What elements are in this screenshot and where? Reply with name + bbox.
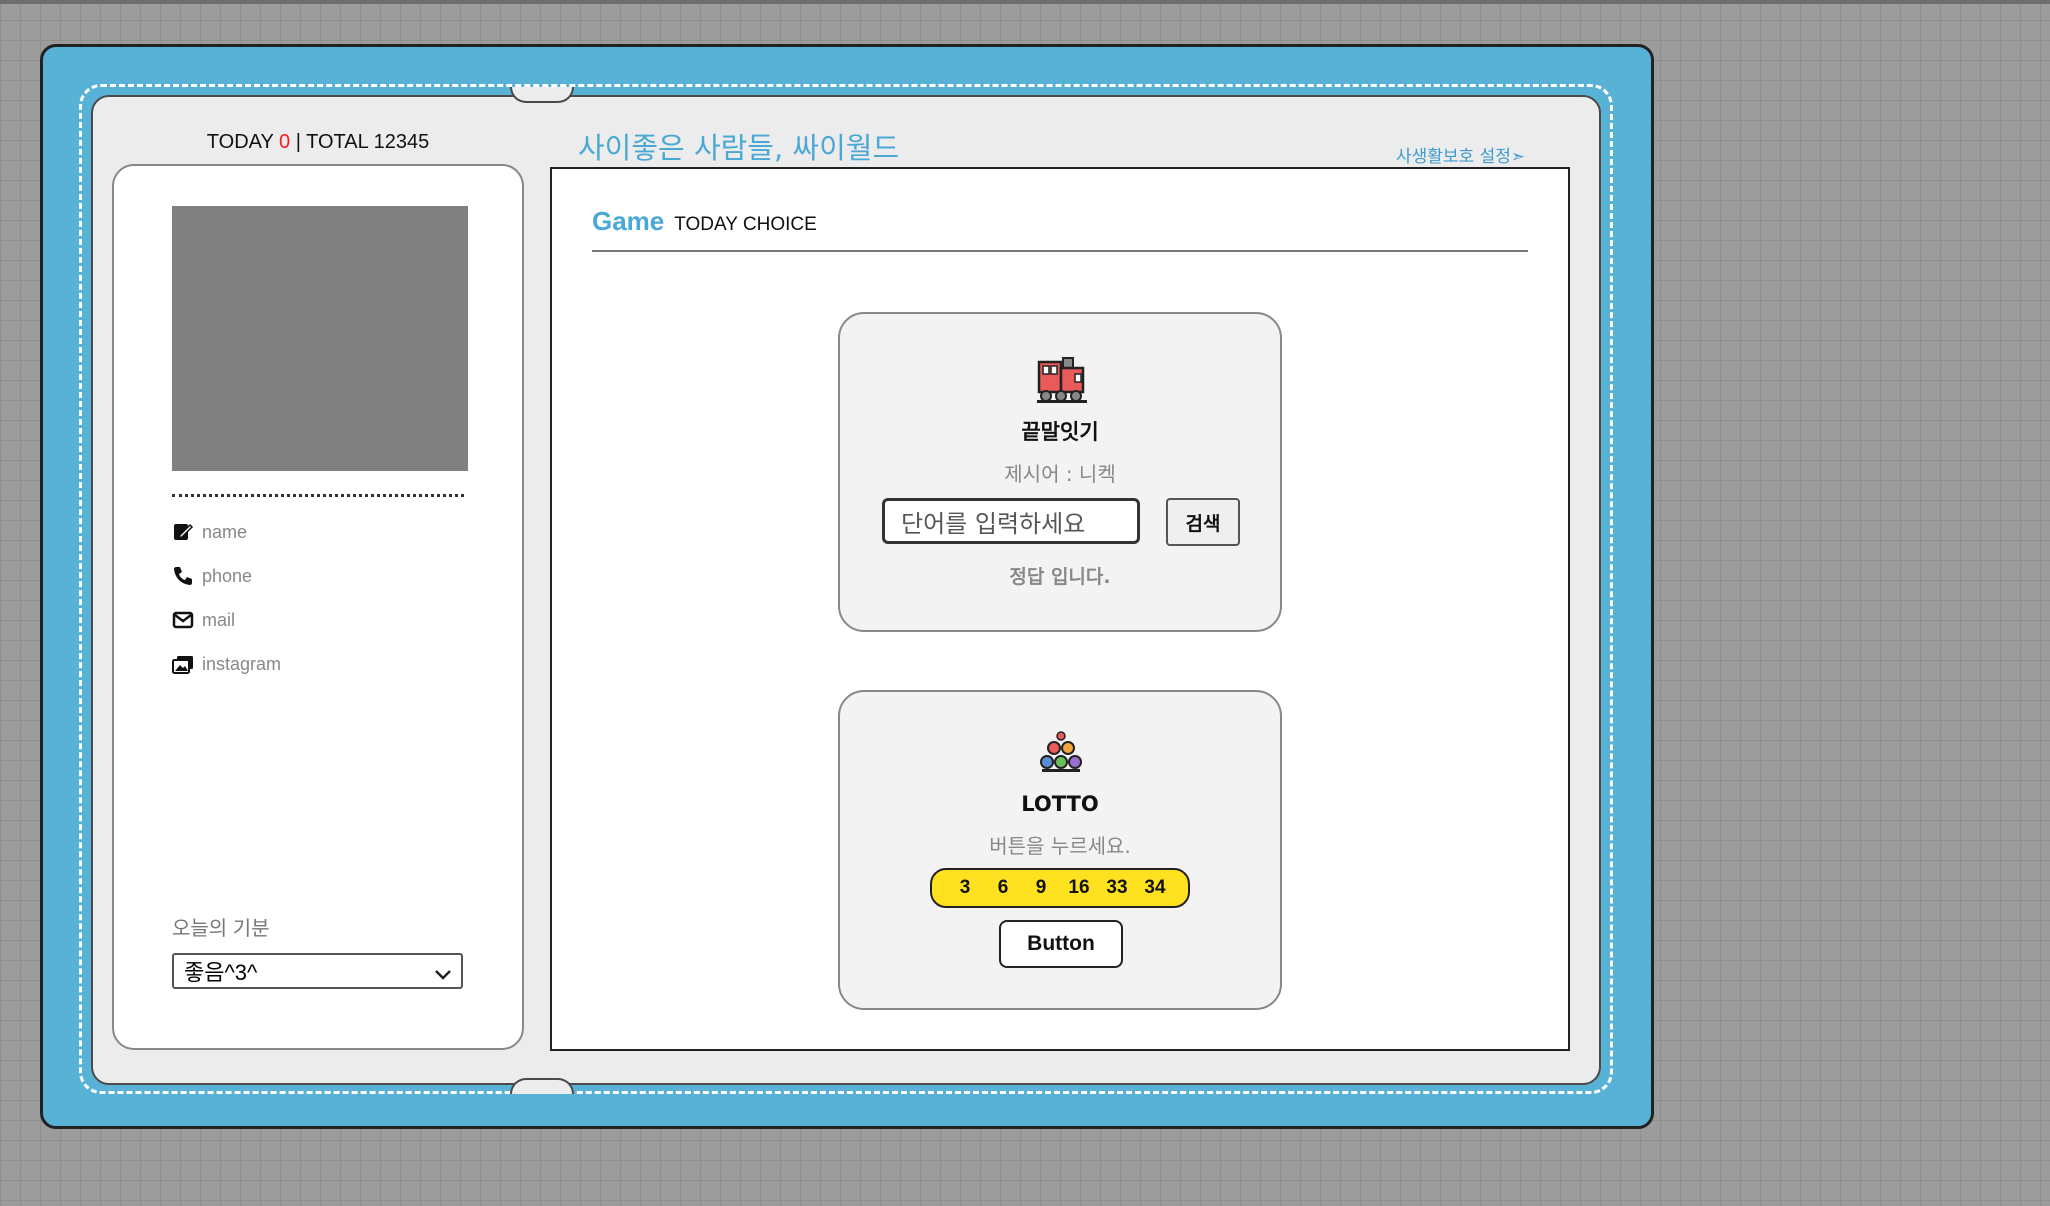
word-game-card: 끝말잇기 제시어 : 니켁 단어를 입력하세요 검색 정답 입니다.: [838, 312, 1282, 632]
lotto-numbers: 3 6 9 16 33 34: [930, 868, 1190, 908]
profile-item-phone[interactable]: phone: [172, 561, 252, 591]
word-input-placeholder: 단어를 입력하세요: [901, 509, 1086, 538]
lotto-number: 9: [1035, 877, 1047, 898]
lotto-instruction: 버튼을 누르세요.: [989, 834, 1131, 858]
lotto-number: 16: [1068, 877, 1090, 898]
privacy-settings-link[interactable]: 사생활보호 설정➣: [1396, 142, 1525, 167]
train-icon: [1035, 354, 1089, 406]
section-header: Game TODAY CHOICE: [592, 206, 817, 237]
lotto-button[interactable]: Button: [999, 920, 1123, 968]
profile-item-label: name: [202, 521, 248, 542]
lotto-card: LOTTO 버튼을 누르세요. 3 6 9 16 33 34 Button: [838, 690, 1282, 1010]
profile-photo: [172, 206, 468, 471]
mood-selected-value: 좋음^3^: [184, 960, 258, 985]
edit-icon: [172, 521, 194, 543]
profile-item-label: instagram: [202, 653, 282, 674]
section-subtitle: TODAY CHOICE: [674, 214, 817, 235]
profile-divider: [172, 494, 464, 497]
counter-separator: |: [295, 131, 301, 153]
mail-icon: [172, 609, 194, 631]
lotto-number: 3: [959, 877, 971, 898]
visitor-counter: TODAY 0 | TOTAL 12345: [112, 131, 524, 154]
total-count: 12345: [373, 131, 430, 153]
profile-item-instagram[interactable]: instagram: [172, 649, 281, 679]
word-game-title: 끝말잇기: [1021, 420, 1099, 444]
section-divider: [592, 250, 1528, 252]
lotto-number: 33: [1106, 877, 1128, 898]
image-icon: [172, 653, 194, 675]
section-title: Game: [592, 206, 665, 236]
page-spine-notch-bottom: [510, 1078, 574, 1094]
lotto-balls-icon: [1038, 730, 1084, 774]
chevron-down-icon: [433, 963, 453, 989]
total-label: TOTAL: [306, 131, 369, 153]
profile-item-label: phone: [202, 565, 253, 586]
phone-icon: [172, 565, 194, 587]
site-title: 사이좋은 사람들, 싸이월드: [578, 131, 900, 165]
search-button[interactable]: 검색: [1166, 498, 1240, 546]
mood-label: 오늘의 기분: [172, 918, 270, 940]
today-count: 0: [279, 131, 291, 153]
profile-item-mail[interactable]: mail: [172, 605, 235, 635]
lotto-number: 34: [1144, 877, 1166, 898]
word-game-prompt: 제시어 : 니켁: [1004, 462, 1116, 486]
word-input[interactable]: 단어를 입력하세요: [882, 498, 1140, 544]
today-label: TODAY: [206, 131, 274, 153]
profile-item-name[interactable]: name: [172, 517, 247, 547]
profile-item-label: mail: [202, 609, 236, 630]
mood-select[interactable]: 좋음^3^: [172, 953, 463, 989]
lotto-title: LOTTO: [1021, 792, 1099, 816]
word-game-result: 정답 입니다.: [1009, 566, 1111, 588]
top-border-line: [0, 0, 2050, 4]
page-spine-notch-top: [510, 87, 574, 103]
lotto-number: 6: [997, 877, 1009, 898]
